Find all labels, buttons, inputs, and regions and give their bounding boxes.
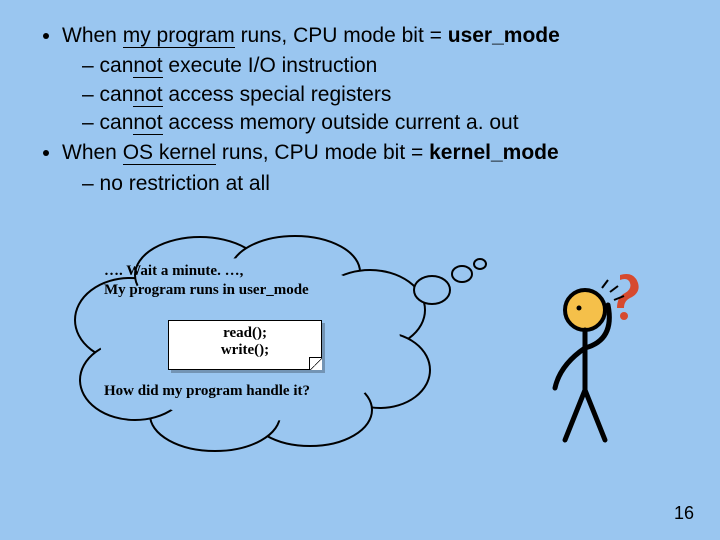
mode-value: kernel_mode bbox=[429, 141, 559, 164]
underlined-phrase: OS kernel bbox=[123, 141, 216, 165]
sub-item: cannot execute I/O instruction bbox=[82, 52, 686, 80]
bullet-2: When OS kernel runs, CPU mode bit = kern… bbox=[62, 139, 686, 198]
underlined-part: not bbox=[133, 83, 162, 107]
sub-item: cannot access memory outside current a. … bbox=[82, 109, 686, 137]
sub-item: no restriction at all bbox=[82, 170, 686, 198]
underlined-part: not bbox=[133, 54, 162, 78]
bullet-list: When my program runs, CPU mode bit = use… bbox=[34, 22, 686, 198]
text: When bbox=[62, 24, 123, 47]
question-text: How did my program handle it? bbox=[104, 383, 310, 399]
bullet-1: When my program runs, CPU mode bit = use… bbox=[62, 22, 686, 137]
code-line: read(); bbox=[169, 325, 321, 342]
text: can bbox=[100, 111, 134, 134]
thought-line1: …. Wait a minute. …, bbox=[104, 263, 243, 279]
text: When bbox=[62, 141, 123, 164]
sub-list-1: cannot execute I/O instruction cannot ac… bbox=[82, 52, 686, 137]
underlined-part: not bbox=[133, 111, 162, 135]
text: execute I/O instruction bbox=[163, 54, 378, 77]
text: runs, CPU mode bit = bbox=[235, 24, 448, 47]
slide-body: When my program runs, CPU mode bit = use… bbox=[0, 0, 720, 198]
underlined-phrase: my program bbox=[123, 24, 235, 48]
code-box: read(); write(); bbox=[168, 320, 322, 370]
thinking-person-icon bbox=[530, 270, 650, 450]
thought-bubble: …. Wait a minute. …, My program runs in … bbox=[60, 230, 490, 460]
text: can bbox=[100, 83, 134, 106]
text: access memory outside current a. out bbox=[163, 111, 519, 134]
text: runs, CPU mode bit = bbox=[216, 141, 429, 164]
page-number: 16 bbox=[674, 503, 694, 524]
sub-item: cannot access special registers bbox=[82, 81, 686, 109]
mode-value: user_mode bbox=[448, 24, 560, 47]
thought-text-top: …. Wait a minute. …, My program runs in … bbox=[104, 262, 384, 300]
text: no restriction at all bbox=[100, 172, 270, 195]
text: can bbox=[100, 54, 134, 77]
text: access special registers bbox=[163, 83, 392, 106]
thought-question: How did my program handle it? bbox=[104, 382, 384, 401]
thought-line2: My program runs in user_mode bbox=[104, 282, 309, 298]
code-line: write(); bbox=[169, 342, 321, 359]
sub-list-2: no restriction at all bbox=[82, 170, 686, 198]
